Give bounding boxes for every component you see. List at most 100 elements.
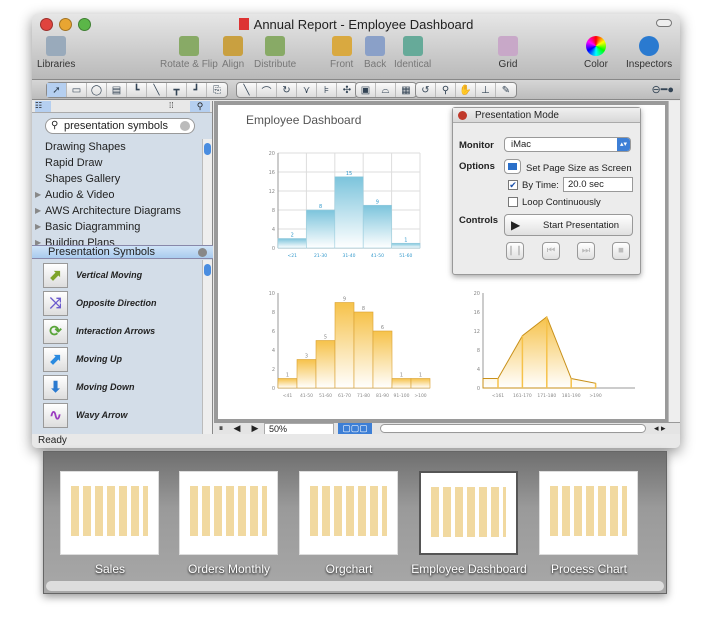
toolbar-align-button[interactable]: Align	[222, 36, 244, 70]
library-scrollbar[interactable]	[202, 139, 212, 245]
pointer-tool-icon[interactable]: ➚	[47, 83, 67, 97]
page-thumbnail[interactable]	[299, 471, 398, 555]
line-tool-icon[interactable]: ╲	[237, 83, 257, 97]
toolbar-distribute-button[interactable]: Distribute	[254, 36, 296, 70]
symbol-item[interactable]: ∿ Wavy Arrow	[32, 401, 202, 429]
lasso-tool-icon[interactable]: ⌓	[376, 83, 396, 97]
tree-connector-icon[interactable]: ┛	[187, 83, 207, 97]
symbol-item[interactable]: ⬇ Moving Down	[32, 373, 202, 401]
canvas-vertical-scrollbar[interactable]	[668, 101, 680, 422]
line-connector-icon[interactable]: ╲	[147, 83, 167, 97]
zoom-slider[interactable]: ⊖━●	[652, 83, 674, 96]
insert-object-icon[interactable]: ⎘	[207, 83, 227, 97]
stop-button[interactable]: ■	[612, 242, 630, 260]
clear-search-icon[interactable]	[180, 121, 190, 131]
toolbar-inspectors-button[interactable]: Inspectors	[626, 36, 672, 70]
library-item[interactable]: ▶ AWS Architecture Diagrams	[32, 203, 202, 219]
symbol-label: Interaction Arrows	[76, 326, 156, 336]
hand-tool-icon[interactable]: ✋	[456, 83, 476, 97]
bar	[334, 176, 364, 249]
thumbnail-label: Employee Dashboard	[411, 562, 527, 576]
identical-icon	[402, 36, 423, 56]
loop-checkbox[interactable]	[508, 197, 518, 207]
library-label: Rapid Draw	[45, 157, 103, 169]
library-item[interactable]: Drawing Shapes	[32, 139, 202, 155]
polyline-tool-icon[interactable]: ⊧	[317, 83, 337, 97]
symbols-scrollbar[interactable]	[202, 260, 212, 434]
toolbar-grid-button[interactable]: Grid	[498, 36, 518, 70]
presentation-mode-panel: Presentation Mode Monitor iMac ▴▾ Options…	[452, 107, 641, 275]
page-split-icon[interactable]: ⏸	[214, 423, 228, 434]
x-tick-label: <161	[492, 393, 504, 399]
freehand-tool-icon[interactable]: ✣	[337, 83, 357, 97]
thumbnail-label: Process Chart	[550, 562, 628, 576]
previous-slide-button[interactable]: ⏮	[542, 242, 560, 260]
library-item[interactable]: ▶ Basic Diagramming	[32, 219, 202, 235]
search-icon[interactable]: ⚲	[190, 101, 210, 112]
monitor-select[interactable]: iMac ▴▾	[504, 137, 631, 152]
library-item[interactable]: ▶ Audio & Video	[32, 187, 202, 203]
page-tabs[interactable]: ▢▢▢	[338, 423, 372, 434]
by-time-checkbox[interactable]: ✔	[508, 180, 518, 190]
connector-tool-icon[interactable]: ┗	[127, 83, 147, 97]
toolbar-rotate-flip-button[interactable]: Rotate & Flip	[160, 36, 218, 70]
grid-view-icon[interactable]: ⁞⁞	[169, 101, 173, 110]
data-label: 2	[291, 233, 294, 239]
rectangle-tool-icon[interactable]: ▭	[67, 83, 87, 97]
start-presentation-button[interactable]: ▶ Start Presentation	[504, 214, 633, 236]
toolbar-back-button[interactable]: Back	[364, 36, 386, 70]
close-panel-icon[interactable]	[458, 111, 467, 120]
x-tick-label: 31-40	[342, 253, 355, 259]
set-page-size-button[interactable]	[504, 159, 521, 174]
curve-tool-icon[interactable]: ↻	[277, 83, 297, 97]
thumbnails-scrollbar[interactable]	[46, 581, 664, 591]
loop-label: Loop Continuously	[522, 197, 601, 208]
smart-connector-icon[interactable]: ┳	[167, 83, 187, 97]
bezier-tool-icon[interactable]: ⋎	[297, 83, 317, 97]
container-tool-icon[interactable]: ▣	[356, 83, 376, 97]
tree-view-icon[interactable]: ☷	[35, 101, 51, 112]
disclosure-triangle-icon[interactable]: ▶	[35, 203, 41, 219]
toolbar-identical-button[interactable]: Identical	[394, 36, 431, 70]
arc-tool-icon[interactable]: ⌒	[257, 83, 277, 98]
symbol-item[interactable]: ⟳ Interaction Arrows	[32, 317, 202, 345]
eyedropper-tool-icon[interactable]: ✎	[496, 83, 516, 97]
library-search-input[interactable]: ⚲ presentation symbols	[45, 118, 195, 134]
y-tick-label: 20	[269, 151, 275, 157]
canvas-horizontal-scrollbar[interactable]	[380, 424, 646, 433]
page-thumbnail[interactable]	[419, 471, 518, 555]
toolbar-front-button[interactable]: Front	[330, 36, 353, 70]
page-thumbnail[interactable]	[179, 471, 278, 555]
library-item[interactable]: Rapid Draw	[32, 155, 202, 171]
next-slide-button[interactable]: ⏭	[577, 242, 595, 260]
pause-button[interactable]: ❙❙	[506, 242, 524, 260]
text-tool-icon[interactable]: ▤	[107, 83, 127, 97]
page-thumbnail[interactable]	[60, 471, 159, 555]
group-tool-icon[interactable]: ▦	[396, 83, 416, 97]
zoom-select[interactable]: 50%	[264, 422, 334, 435]
page-thumbnail[interactable]	[539, 471, 638, 555]
disclosure-triangle-icon[interactable]: ▶	[35, 187, 41, 203]
zoom-tool-icon[interactable]: ⚲	[436, 83, 456, 97]
ellipse-tool-icon[interactable]: ◯	[87, 83, 107, 97]
toolbar-color-button[interactable]: Color	[584, 36, 608, 70]
disclosure-triangle-icon[interactable]: ▶	[35, 219, 41, 235]
bar	[277, 378, 298, 389]
rotate-view-icon[interactable]: ↺	[416, 83, 436, 97]
symbol-item[interactable]: ⤨ Opposite Direction	[32, 289, 202, 317]
close-section-icon[interactable]	[198, 248, 207, 257]
toolbar-libraries-button[interactable]: Libraries	[37, 36, 75, 70]
scroll-arrows[interactable]: ◂ ▸	[654, 423, 680, 434]
symbol-item[interactable]: ⬈ Moving Up	[32, 345, 202, 373]
library-panel: ☷ ⁞⁞ ⚲ ⚲ presentation symbols Drawing Sha…	[32, 101, 213, 434]
library-item[interactable]: Shapes Gallery	[32, 171, 202, 187]
previous-page-button[interactable]: ◀	[228, 423, 246, 434]
next-page-button[interactable]: ▶	[246, 423, 264, 434]
toolbar-toggle-button[interactable]	[656, 19, 672, 27]
data-label: 6	[381, 325, 384, 331]
by-time-input[interactable]: 20.0 sec	[563, 177, 633, 192]
symbol-thumbnail-icon: ∿	[43, 402, 68, 428]
section-header-presentation-symbols[interactable]: Presentation Symbols	[32, 245, 213, 259]
symbol-item[interactable]: ⬈ Vertical Moving	[32, 261, 202, 289]
stamp-tool-icon[interactable]: ⊥	[476, 83, 496, 97]
